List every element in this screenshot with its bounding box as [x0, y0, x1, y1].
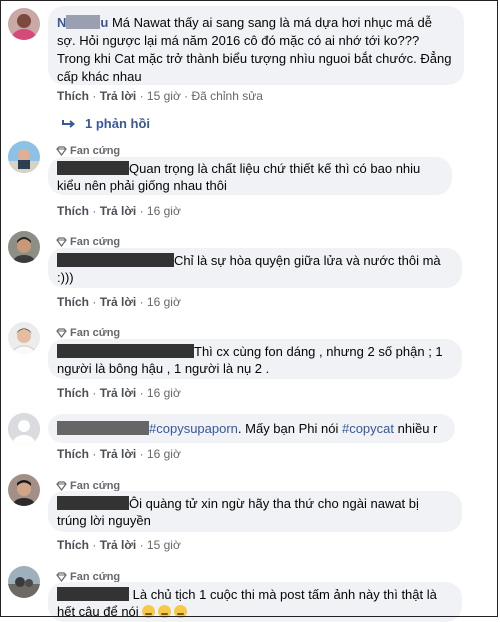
comment-actions: Thích · Trả lời · 15 giờ · Đã chỉnh sửa	[57, 89, 263, 103]
fan-badge: Fan cứng	[56, 236, 120, 248]
comment-text: Má Nawat thấy ai sang sang là má dựa hơi…	[57, 15, 452, 84]
reply-arrow-icon	[62, 119, 75, 128]
reply-link[interactable]: Trả lời	[100, 204, 137, 218]
edited-label: Đã chỉnh sửa	[191, 89, 263, 103]
timestamp[interactable]: 16 giờ	[147, 447, 181, 461]
diamond-icon	[56, 328, 67, 338]
redacted-name	[57, 161, 129, 175]
fan-badge: Fan cứng	[56, 145, 120, 157]
comment-bubble: Nu Má Nawat thấy ai sang sang là má dựa …	[48, 6, 464, 85]
comment-bubble: Thì cx cùng fon dáng , nhưng 2 số phận ;…	[48, 339, 462, 379]
reply-link[interactable]: Trả lời	[100, 386, 137, 400]
redacted-name	[57, 421, 149, 435]
fan-badge: Fan cứng	[56, 327, 120, 339]
comment-actions: Thích · Trả lời · 16 giờ	[57, 204, 181, 218]
reply-link[interactable]: Trả lời	[100, 89, 137, 103]
reply-link[interactable]: Trả lời	[100, 447, 137, 461]
comment-actions: Thích · Trả lời · 16 giờ	[57, 447, 181, 461]
avatar[interactable]	[8, 231, 40, 263]
hashtag-link[interactable]: #copysupaporn	[149, 421, 238, 436]
reply-link[interactable]: Trả lời	[100, 295, 137, 309]
commenter-name[interactable]: Nu	[57, 15, 108, 30]
timestamp[interactable]: 16 giờ	[147, 204, 181, 218]
comment-bubble: Ôi quàng tử xin ngừ hãy tha thứ cho ngài…	[48, 491, 462, 532]
avatar[interactable]	[8, 322, 40, 354]
comment-bubble: Chỉ là sự hòa quyện giữa lửa và nước thô…	[48, 248, 462, 288]
timestamp[interactable]: 15 giờ	[147, 538, 181, 552]
avatar[interactable]	[8, 141, 40, 173]
avatar[interactable]	[8, 8, 40, 40]
hashtag-link[interactable]: #copycat	[342, 421, 394, 436]
weary-emoji-icon	[174, 605, 188, 618]
like-link[interactable]: Thích	[57, 89, 89, 103]
diamond-icon	[56, 481, 67, 491]
avatar-placeholder[interactable]	[8, 413, 40, 445]
redacted-name	[57, 496, 129, 510]
comment-actions: Thích · Trả lời · 15 giờ	[57, 538, 181, 552]
diamond-icon	[56, 237, 67, 247]
timestamp[interactable]: 15 giờ	[147, 89, 181, 103]
comment-actions: Thích · Trả lời · 16 giờ	[57, 386, 181, 400]
diamond-icon	[56, 146, 67, 156]
timestamp[interactable]: 16 giờ	[147, 295, 181, 309]
redacted-name	[57, 253, 174, 267]
reply-link[interactable]: Trả lời	[100, 538, 137, 552]
weary-emoji-icon	[158, 605, 172, 618]
avatar[interactable]	[8, 566, 40, 598]
timestamp[interactable]: 16 giờ	[147, 386, 181, 400]
avatar[interactable]	[8, 474, 40, 506]
like-link[interactable]: Thích	[57, 538, 89, 552]
redacted-name	[57, 344, 194, 358]
comment-bubble: #copysupaporn. Mấy bạn Phi nói #copycat …	[48, 414, 455, 443]
view-replies-link[interactable]: 1 phản hồi	[62, 116, 150, 131]
like-link[interactable]: Thích	[57, 386, 89, 400]
redacted-name	[57, 587, 129, 601]
like-link[interactable]: Thích	[57, 204, 89, 218]
like-link[interactable]: Thích	[57, 295, 89, 309]
comment-actions: Thích · Trả lời · 16 giờ	[57, 295, 181, 309]
comment-bubble: Quan trọng là chất liệu chứ thiết kế thì…	[48, 157, 452, 195]
like-link[interactable]: Thích	[57, 447, 89, 461]
comment-bubble: Là chủ tịch 1 cuộc thi mà post tấm ảnh n…	[48, 582, 462, 622]
weary-emoji-icon	[142, 605, 156, 618]
diamond-icon	[56, 572, 67, 582]
